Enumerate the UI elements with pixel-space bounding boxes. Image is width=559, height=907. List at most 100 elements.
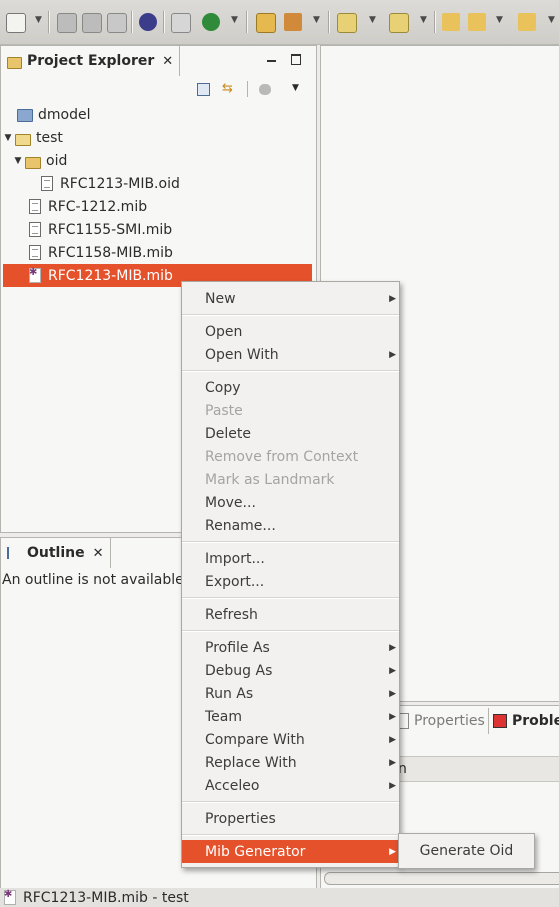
new-dropdown-arrow-icon[interactable]: ▼: [35, 15, 42, 25]
menu-item-replace-with[interactable]: Replace With ▶: [182, 751, 399, 774]
open-type-icon[interactable]: [171, 13, 191, 33]
project-explorer-tab[interactable]: Project Explorer ✕: [1, 46, 181, 76]
expanded-triangle-icon[interactable]: ▼: [11, 156, 25, 166]
menu-separator: [182, 370, 399, 372]
file-icon: [41, 176, 53, 191]
toolbar-separator: [246, 11, 247, 33]
folder-icon: [25, 156, 41, 169]
menu-item-generate-oid[interactable]: Generate Oid: [420, 843, 514, 859]
context-menu: New ▶ Open Open With ▶ Copy Paste Delete R…: [181, 281, 400, 868]
tree-item-label: RFC1158-MIB.mib: [48, 244, 173, 261]
file-icon: [29, 199, 41, 214]
menu-item-compare-with[interactable]: Compare With ▶: [182, 728, 399, 751]
maximize-icon[interactable]: [291, 54, 301, 65]
submenu-arrow-icon: ▶: [389, 349, 396, 360]
tree-item-label: oid: [46, 152, 68, 169]
last-edit-icon[interactable]: [442, 13, 460, 31]
toolbar-separator: [434, 11, 435, 33]
menu-item-team[interactable]: Team ▶: [182, 705, 399, 728]
back-icon[interactable]: [468, 13, 486, 31]
project-explorer-title: Project Explorer: [27, 53, 155, 69]
tree-item-test[interactable]: ▼ test: [1, 126, 63, 149]
toolbar-separator: [328, 11, 329, 33]
submenu-arrow-icon: ▶: [389, 293, 396, 304]
tools-icon[interactable]: [284, 13, 302, 31]
outline-icon: [7, 547, 22, 559]
tree-item-oid[interactable]: ▼ oid: [11, 149, 67, 172]
toolbar-separator: [163, 11, 164, 33]
submenu-arrow-icon: ▶: [389, 711, 396, 722]
menu-item-new[interactable]: New ▶: [182, 287, 399, 310]
tree-item-rfc1213-oid[interactable]: RFC1213-MIB.oid: [39, 172, 180, 195]
prev-annotation-dropdown-icon[interactable]: ▼: [420, 15, 427, 25]
menu-item-mark-as-landmark: Mark as Landmark: [205, 471, 335, 488]
expanded-triangle-icon[interactable]: ▼: [1, 133, 15, 143]
menu-item-debug-as[interactable]: Debug As ▶: [182, 659, 399, 682]
forward-dropdown-icon[interactable]: ▼: [548, 15, 555, 25]
generate-icon[interactable]: [139, 13, 157, 31]
submenu-arrow-icon: ▶: [389, 734, 396, 745]
file-icon: [29, 222, 41, 237]
menu-separator: [182, 314, 399, 316]
menu-item-open[interactable]: Open: [182, 320, 399, 343]
next-annotation-dropdown-icon[interactable]: ▼: [369, 15, 376, 25]
save-icon[interactable]: [57, 13, 77, 33]
outline-tab[interactable]: Outline ✕: [1, 538, 111, 568]
toolbar-separator: [48, 11, 49, 33]
menu-item-properties[interactable]: Properties: [182, 807, 399, 830]
submenu-arrow-icon: ▶: [389, 846, 396, 857]
menu-separator: [182, 630, 399, 632]
menu-item-rename[interactable]: Rename...: [182, 514, 399, 537]
tab-properties[interactable]: Properties: [398, 710, 485, 732]
next-annotation-icon[interactable]: [337, 13, 357, 33]
menu-item-profile-as[interactable]: Profile As ▶: [182, 636, 399, 659]
close-icon[interactable]: ✕: [162, 54, 173, 69]
menu-item-delete[interactable]: Delete: [182, 422, 399, 445]
horizontal-scrollbar[interactable]: [324, 872, 559, 885]
filter-icon[interactable]: [259, 84, 271, 95]
menu-item-remove-from-context: Remove from Context: [205, 448, 359, 465]
tools-dropdown-arrow-icon[interactable]: ▼: [313, 15, 320, 25]
open-folder-icon[interactable]: [256, 13, 276, 33]
menu-item-import[interactable]: Import...: [182, 547, 399, 570]
new-wizard-icon[interactable]: [6, 13, 26, 33]
view-menu-icon[interactable]: ▼: [292, 83, 299, 93]
back-dropdown-icon[interactable]: ▼: [496, 15, 503, 25]
menu-item-run-as[interactable]: Run As ▶: [182, 682, 399, 705]
tree-item-dmodel[interactable]: dmodel: [3, 103, 90, 126]
menu-item-open-with[interactable]: Open With ▶: [182, 343, 399, 366]
submenu-arrow-icon: ▶: [389, 688, 396, 699]
toolbar-separator: [247, 81, 248, 97]
save-all-icon[interactable]: [82, 13, 102, 33]
mib-file-icon: [29, 267, 41, 283]
tree-item-rfc1158-mib[interactable]: RFC1158-MIB.mib: [27, 241, 173, 264]
mib-generator-submenu: Generate Oid: [398, 833, 535, 869]
menu-item-refresh[interactable]: Refresh: [182, 603, 399, 626]
tree-item-label: RFC1213-MIB.mib: [48, 267, 173, 284]
menu-separator: [182, 597, 399, 599]
tree-item-rfc1155-mib[interactable]: RFC1155-SMI.mib: [27, 218, 172, 241]
tree-item-label: dmodel: [38, 106, 91, 123]
menu-item-acceleo[interactable]: Acceleo ▶: [182, 774, 399, 797]
problems-icon: [493, 714, 507, 728]
forward-icon[interactable]: [518, 13, 536, 31]
debug-run-icon[interactable]: [202, 13, 220, 31]
tab-problems[interactable]: Problen: [488, 708, 559, 734]
project-icon: [17, 109, 33, 122]
file-icon: [29, 245, 41, 260]
tree-item-rfc1212-mib[interactable]: RFC-1212.mib: [27, 195, 147, 218]
close-icon[interactable]: ✕: [93, 546, 104, 561]
menu-item-mib-generator[interactable]: Mib Generator ▶: [182, 840, 399, 863]
minimize-icon[interactable]: [267, 60, 276, 62]
menu-item-export[interactable]: Export...: [182, 570, 399, 593]
print-icon[interactable]: [107, 13, 127, 33]
run-dropdown-arrow-icon[interactable]: ▼: [231, 15, 238, 25]
submenu-arrow-icon: ▶: [389, 757, 396, 768]
menu-item-move[interactable]: Move...: [182, 491, 399, 514]
link-with-editor-icon[interactable]: ⇆: [222, 82, 236, 96]
menu-item-copy[interactable]: Copy: [182, 376, 399, 399]
prev-annotation-icon[interactable]: [389, 13, 409, 33]
collapse-all-icon[interactable]: [197, 83, 210, 96]
project-explorer-icon: [7, 57, 22, 69]
tree-item-label: RFC1213-MIB.oid: [60, 175, 180, 192]
